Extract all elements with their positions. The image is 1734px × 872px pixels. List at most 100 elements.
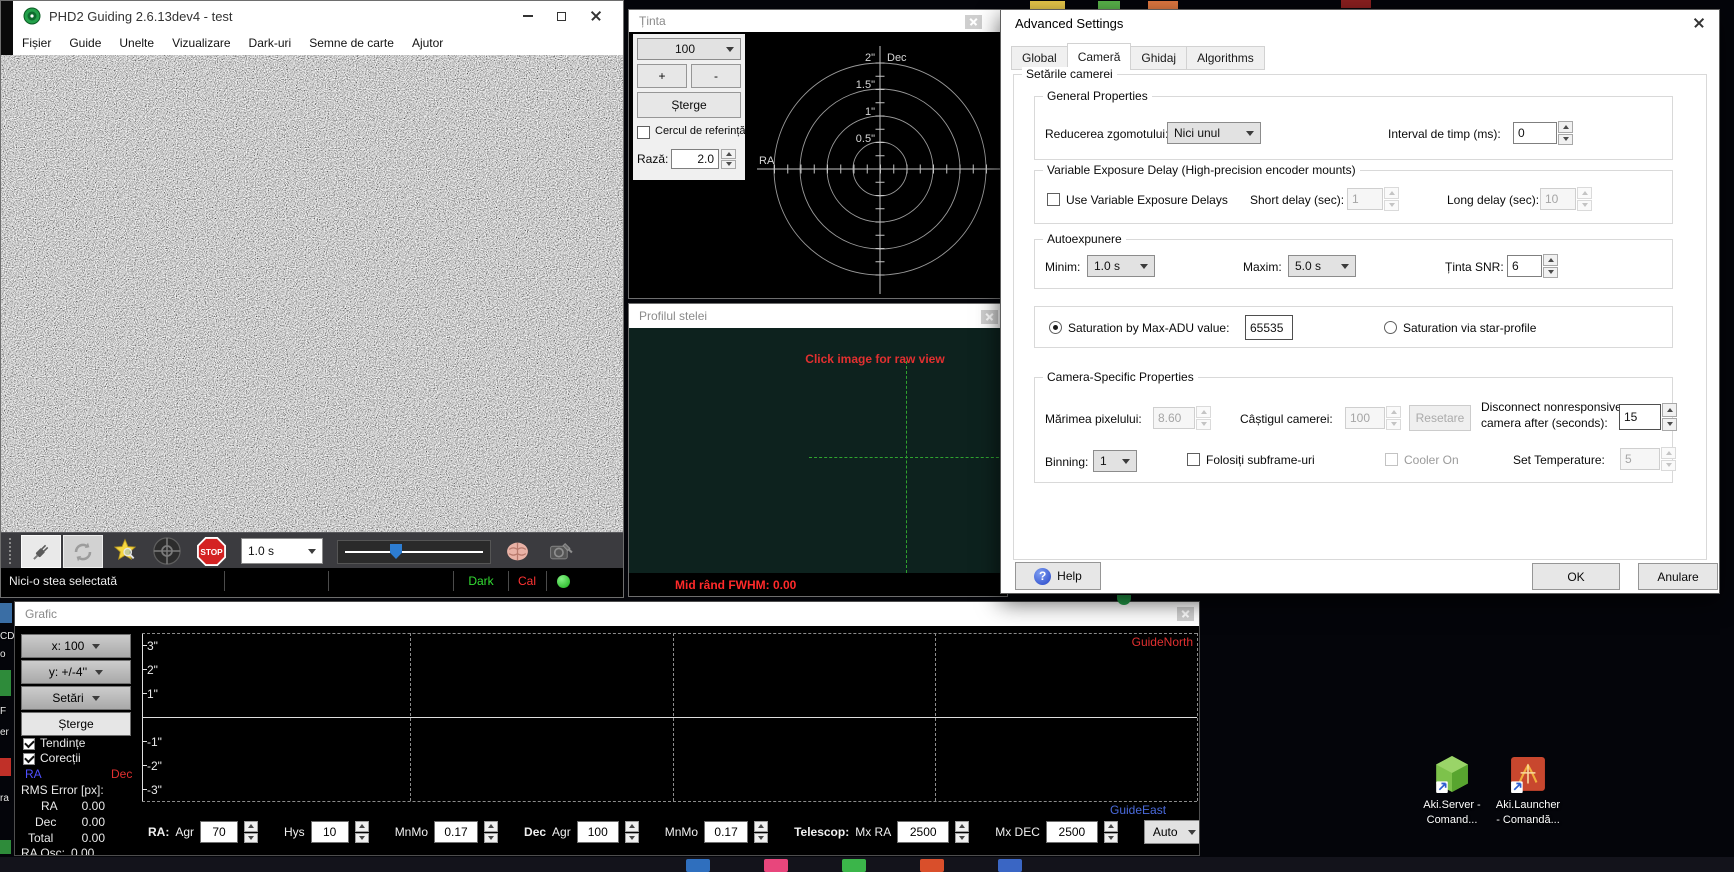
dec-guide-mode-select[interactable]: Auto bbox=[1144, 820, 1200, 844]
graph-x-scale-button[interactable]: x: 100 bbox=[21, 634, 131, 658]
taskbar-icon[interactable] bbox=[842, 859, 866, 872]
disconnect-timeout-spinner[interactable] bbox=[1662, 403, 1677, 431]
phd2-titlebar[interactable]: PHD2 Guiding 2.6.13dev4 - test bbox=[13, 1, 624, 31]
exposure-select[interactable]: 1.0 s bbox=[241, 538, 323, 564]
taskbar[interactable] bbox=[0, 857, 1734, 872]
stop-button[interactable]: STOP bbox=[194, 536, 228, 567]
dec-aggression-input[interactable]: 100 bbox=[577, 821, 619, 843]
camera-noise-image[interactable] bbox=[1, 55, 623, 532]
desktop-icon-aki-launcher[interactable]: Aki.Launcher - Comandă... bbox=[1483, 757, 1573, 828]
cancel-button[interactable]: Anulare bbox=[1638, 563, 1718, 590]
min-exposure-select[interactable]: 1.0 s bbox=[1087, 255, 1155, 277]
max-dec-spinner[interactable] bbox=[1104, 821, 1118, 843]
guide-target-icon bbox=[152, 536, 182, 566]
dialog-titlebar[interactable]: Advanced Settings bbox=[1001, 10, 1719, 36]
ra-series-label[interactable]: RA bbox=[25, 767, 42, 781]
close-icon[interactable] bbox=[590, 10, 602, 22]
star-profile-canvas[interactable]: Click image for raw view bbox=[629, 328, 1008, 573]
disconnect-timeout-input[interactable]: 15 bbox=[1619, 404, 1661, 430]
connect-equipment-button[interactable] bbox=[21, 535, 61, 568]
corrections-checkbox[interactable] bbox=[23, 753, 35, 765]
loop-exposures-button[interactable] bbox=[63, 535, 103, 568]
menu-vizualizare[interactable]: Vizualizare bbox=[163, 36, 239, 50]
hysteresis-spinner[interactable] bbox=[355, 821, 369, 843]
star-profile-close-button[interactable] bbox=[981, 310, 998, 324]
star-profile-titlebar[interactable]: Profilul stelei bbox=[629, 304, 1007, 328]
graph-clear-button[interactable]: Șterge bbox=[21, 712, 131, 736]
tab-algorithms[interactable]: Algorithms bbox=[1186, 46, 1265, 70]
target-close-button[interactable] bbox=[965, 15, 982, 29]
target-zoom-select[interactable]: 100 bbox=[637, 38, 741, 60]
begin-guiding-button[interactable] bbox=[147, 535, 187, 567]
taskbar-icon[interactable] bbox=[686, 859, 710, 872]
guiding-parameters-row: RA: Agr 70 Hys 10 MnMo 0.17 Dec Agr 100 … bbox=[148, 820, 1200, 844]
menu-guide[interactable]: Guide bbox=[60, 36, 110, 50]
hysteresis-input[interactable]: 10 bbox=[311, 821, 349, 843]
radius-spinner[interactable] bbox=[721, 149, 736, 169]
graph-titlebar[interactable]: Grafic bbox=[15, 602, 1199, 626]
ra-aggression-input[interactable]: 70 bbox=[200, 821, 238, 843]
rms-total-label: Total bbox=[28, 831, 53, 845]
noise-reduction-select[interactable]: Nici unul bbox=[1167, 122, 1261, 144]
auto-select-star-button[interactable] bbox=[107, 537, 143, 565]
slider-handle[interactable] bbox=[390, 544, 402, 559]
dec-aggression-spinner[interactable] bbox=[625, 821, 639, 843]
minimize-icon[interactable] bbox=[523, 15, 533, 17]
camera-specific-group: Camera-Specific Properties Mărimea pixel… bbox=[1034, 377, 1673, 483]
taskbar-icon[interactable] bbox=[764, 859, 788, 872]
dec-minmove-spinner[interactable] bbox=[754, 821, 768, 843]
max-adu-input[interactable]: 65535 bbox=[1245, 315, 1293, 340]
target-snr-input[interactable]: 6 bbox=[1507, 255, 1542, 277]
help-button[interactable]: ? Help bbox=[1015, 562, 1101, 590]
toolbar-gripper[interactable] bbox=[9, 538, 14, 564]
dark-status: Dark bbox=[456, 574, 506, 588]
maximize-icon[interactable] bbox=[557, 12, 566, 21]
ra-minmove-input[interactable]: 0.17 bbox=[434, 821, 478, 843]
graph-settings-button[interactable]: Setări bbox=[21, 686, 131, 710]
trend-checkbox[interactable] bbox=[23, 738, 35, 750]
gamma-slider[interactable] bbox=[337, 540, 491, 564]
max-exposure-select[interactable]: 5.0 s bbox=[1288, 255, 1356, 277]
ra-minmove-spinner[interactable] bbox=[484, 821, 498, 843]
graph-y-scale-button[interactable]: y: +/-4'' bbox=[21, 660, 131, 684]
advanced-settings-button[interactable] bbox=[499, 537, 535, 565]
target-clear-button[interactable]: Șterge bbox=[637, 92, 741, 118]
menu-unelte[interactable]: Unelte bbox=[110, 36, 163, 50]
time-lapse-input[interactable]: 0 bbox=[1513, 122, 1557, 144]
binning-select[interactable]: 1 bbox=[1093, 450, 1137, 472]
menu-ajutor[interactable]: Ajutor bbox=[403, 36, 452, 50]
target-titlebar[interactable]: Ținta bbox=[629, 10, 1007, 32]
saturation-profile-radio[interactable] bbox=[1384, 321, 1397, 334]
max-ra-spinner[interactable] bbox=[955, 821, 969, 843]
target-snr-value: 6 bbox=[1512, 259, 1519, 273]
ra-aggression-spinner[interactable] bbox=[244, 821, 258, 843]
ok-button[interactable]: OK bbox=[1532, 563, 1620, 590]
dec-series-label[interactable]: Dec bbox=[111, 767, 132, 781]
max-exposure-value: 5.0 s bbox=[1295, 259, 1321, 273]
tab-ghidaj[interactable]: Ghidaj bbox=[1130, 46, 1187, 70]
zoom-in-button[interactable]: + bbox=[637, 64, 687, 88]
time-lapse-spinner[interactable] bbox=[1558, 121, 1573, 145]
use-variable-delays-checkbox[interactable] bbox=[1047, 193, 1060, 206]
tab-camera[interactable]: Cameră bbox=[1067, 43, 1132, 70]
max-dec-value: 2500 bbox=[1059, 825, 1086, 839]
ra-osc-label: RA Osc: bbox=[21, 846, 65, 856]
reference-circle-checkbox[interactable] bbox=[637, 126, 650, 139]
radius-input[interactable]: 2.0 bbox=[671, 149, 719, 169]
zoom-out-button[interactable]: - bbox=[691, 64, 741, 88]
graph-close-button[interactable] bbox=[1177, 607, 1194, 621]
target-snr-spinner[interactable] bbox=[1543, 254, 1558, 278]
subframes-checkbox[interactable] bbox=[1187, 453, 1200, 466]
dec-minmove-input[interactable]: 0.17 bbox=[704, 821, 748, 843]
ok-label: OK bbox=[1567, 570, 1584, 584]
camera-properties-button[interactable] bbox=[543, 537, 579, 565]
max-dec-input[interactable]: 2500 bbox=[1046, 821, 1098, 843]
menu-fisier[interactable]: Fișier bbox=[13, 36, 60, 50]
close-icon[interactable] bbox=[1693, 17, 1705, 29]
saturation-adu-radio[interactable] bbox=[1049, 321, 1062, 334]
menu-dark-uri[interactable]: Dark-uri bbox=[240, 36, 301, 50]
taskbar-icon[interactable] bbox=[998, 859, 1022, 872]
taskbar-icon[interactable] bbox=[920, 859, 944, 872]
max-ra-input[interactable]: 2500 bbox=[897, 821, 949, 843]
menu-semne-de-carte[interactable]: Semne de carte bbox=[300, 36, 403, 50]
